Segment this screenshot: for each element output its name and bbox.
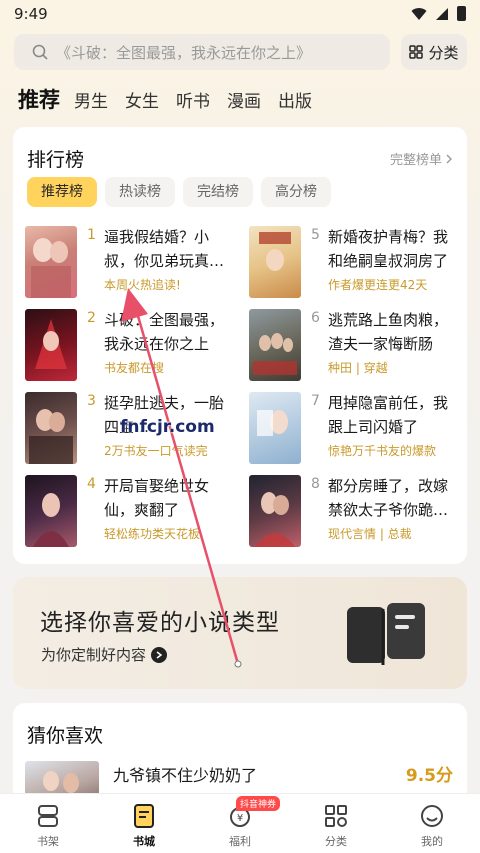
channel-tabs: 推荐 男生 女生 听书 漫画 出版	[18, 84, 329, 114]
status-icons	[411, 6, 466, 21]
book-cover	[249, 226, 301, 298]
rank-number: 3	[87, 393, 96, 409]
category-icon	[325, 805, 347, 827]
category-button-label: 分类	[428, 43, 459, 62]
tab-recommend[interactable]: 推荐	[18, 84, 60, 114]
book-title[interactable]: 九爷镇不住少奶奶了	[113, 762, 257, 786]
nav-label: 我的	[421, 835, 443, 848]
promo-subtitle: 为你定制好内容	[41, 646, 147, 664]
book-score: 9.5分	[405, 766, 453, 786]
promo-subtitle-link[interactable]: 为你定制好内容	[41, 644, 168, 665]
ranked-book[interactable]: 2 斗破：全图最强，我永远在你之上 书友都在搜	[25, 309, 235, 381]
nav-label: 分类	[325, 835, 347, 848]
recommendations-title: 猜你喜欢	[27, 725, 104, 747]
status-time: 9:49	[14, 5, 48, 23]
book-cover	[25, 475, 77, 547]
open-book-icon	[347, 603, 425, 665]
book-tag: 轻松练功类天花板	[104, 527, 201, 541]
svg-text:¥: ¥	[237, 813, 243, 824]
book-tag: 作者爆更连更42天	[328, 278, 428, 292]
book-title: 开局盲娶绝世女仙，爽翻了	[104, 477, 210, 519]
book-tag: 惊艳万千书友的爆款	[328, 444, 437, 458]
book-title: 都分房睡了，改嫁禁欲太子爷你跪…	[328, 477, 449, 519]
ranked-book[interactable]: 6 逃荒路上鱼肉粮，渣夫一家悔断肠 种田 | 穿越	[249, 309, 459, 381]
tab-comics[interactable]: 漫画	[227, 87, 261, 112]
ranking-card: 排行榜 完整榜单 推荐榜 热读榜 完结榜 高分榜 1 逼我假结婚？小叔，你见弟玩…	[13, 127, 467, 564]
rank-number: 5	[311, 227, 320, 243]
grid-icon	[409, 45, 424, 59]
rank-tab-finished[interactable]: 完结榜	[183, 177, 253, 207]
rank-number: 4	[87, 476, 96, 492]
battery-icon	[457, 6, 466, 21]
book-tag: 现代言情 | 总裁	[328, 527, 412, 541]
arrow-right-icon	[151, 646, 168, 663]
tab-publishing[interactable]: 出版	[278, 87, 312, 112]
book-title: 新婚夜护青梅？我和绝嗣皇叔洞房了	[328, 228, 449, 270]
search-input[interactable]: 《斗破：全图最强，我永远在你之上》	[14, 34, 390, 70]
nav-bookshelf[interactable]: 书架	[0, 794, 96, 853]
book-title: 斗破：全图最强，我永远在你之上	[104, 311, 225, 353]
bottom-navigation: 书架 书城 抖音神券 ¥ 福利 分类 我的	[0, 793, 480, 853]
genre-preference-banner[interactable]: 选择你喜爱的小说类型 为你定制好内容	[13, 577, 467, 689]
ranked-book[interactable]: 7 甩掉隐富前任，我跟上司闪婚了 惊艳万千书友的爆款	[249, 392, 459, 464]
book-tag: 种田 | 穿越	[328, 361, 388, 375]
ranked-book[interactable]: 8 都分房睡了，改嫁禁欲太子爷你跪… 现代言情 | 总裁	[249, 475, 459, 547]
nav-welfare[interactable]: 抖音神券 ¥ 福利	[192, 794, 288, 853]
nav-category[interactable]: 分类	[288, 794, 384, 853]
nav-profile[interactable]: 我的	[384, 794, 480, 853]
book-cover	[25, 226, 77, 298]
bookshelf-icon	[38, 805, 58, 827]
status-bar: 9:49	[0, 0, 480, 30]
tab-audiobook[interactable]: 听书	[176, 87, 210, 112]
ranked-book[interactable]: 1 逼我假结婚？小叔，你见弟玩真… 本周火热追读!	[25, 226, 235, 298]
ranked-book[interactable]: 5 新婚夜护青梅？我和绝嗣皇叔洞房了 作者爆更连更42天	[249, 226, 459, 298]
rank-tab-high-score[interactable]: 高分榜	[261, 177, 331, 207]
ranking-title: 排行榜	[27, 149, 85, 171]
rank-tab-hot[interactable]: 热读榜	[105, 177, 175, 207]
book-cover	[249, 475, 301, 547]
rank-number: 6	[311, 310, 320, 326]
chevron-right-icon	[446, 154, 452, 163]
nav-label: 福利	[229, 835, 251, 848]
tab-female[interactable]: 女生	[125, 87, 159, 112]
book-title: 甩掉隐富前任，我跟上司闪婚了	[328, 394, 449, 436]
rank-tab-recommend[interactable]: 推荐榜	[27, 177, 97, 207]
tab-male[interactable]: 男生	[74, 87, 108, 112]
book-title: 逃荒路上鱼肉粮，渣夫一家悔断肠	[328, 311, 449, 353]
full-ranking-label: 完整榜单	[389, 153, 442, 168]
book-cover	[249, 392, 301, 464]
promo-title: 选择你喜爱的小说类型	[40, 610, 280, 636]
book-cover	[249, 309, 301, 381]
full-ranking-link[interactable]: 完整榜单	[390, 149, 453, 168]
book-tag: 书友都在搜	[104, 361, 165, 375]
signal-icon	[436, 7, 448, 20]
rank-number: 8	[311, 476, 320, 492]
search-placeholder: 《斗破：全图最强，我永远在你之上》	[56, 43, 312, 62]
search-icon	[32, 44, 48, 60]
nav-bookstore[interactable]: 书城	[96, 794, 192, 853]
profile-icon	[421, 805, 443, 827]
book-cover	[25, 392, 77, 464]
welfare-badge: 抖音神券	[236, 796, 281, 811]
rank-number: 2	[87, 310, 96, 326]
wifi-icon	[411, 7, 427, 20]
nav-label: 书架	[37, 835, 59, 848]
rank-number: 1	[87, 227, 96, 243]
bookstore-icon	[134, 804, 154, 828]
book-cover	[25, 309, 77, 381]
book-title: 逼我假结婚？小叔，你见弟玩真…	[104, 228, 225, 270]
watermark-text: fnfcjr.com	[120, 417, 215, 437]
ranking-tabs: 推荐榜 热读榜 完结榜 高分榜	[27, 177, 331, 207]
rank-number: 7	[311, 393, 320, 409]
ranked-book[interactable]: 4 开局盲娶绝世女仙，爽翻了 轻松练功类天花板	[25, 475, 235, 547]
category-button[interactable]: 分类	[401, 34, 467, 70]
nav-label: 书城	[133, 835, 155, 848]
book-tag: 2万书友一口气读完	[104, 444, 208, 458]
book-tag: 本周火热追读!	[104, 278, 181, 292]
